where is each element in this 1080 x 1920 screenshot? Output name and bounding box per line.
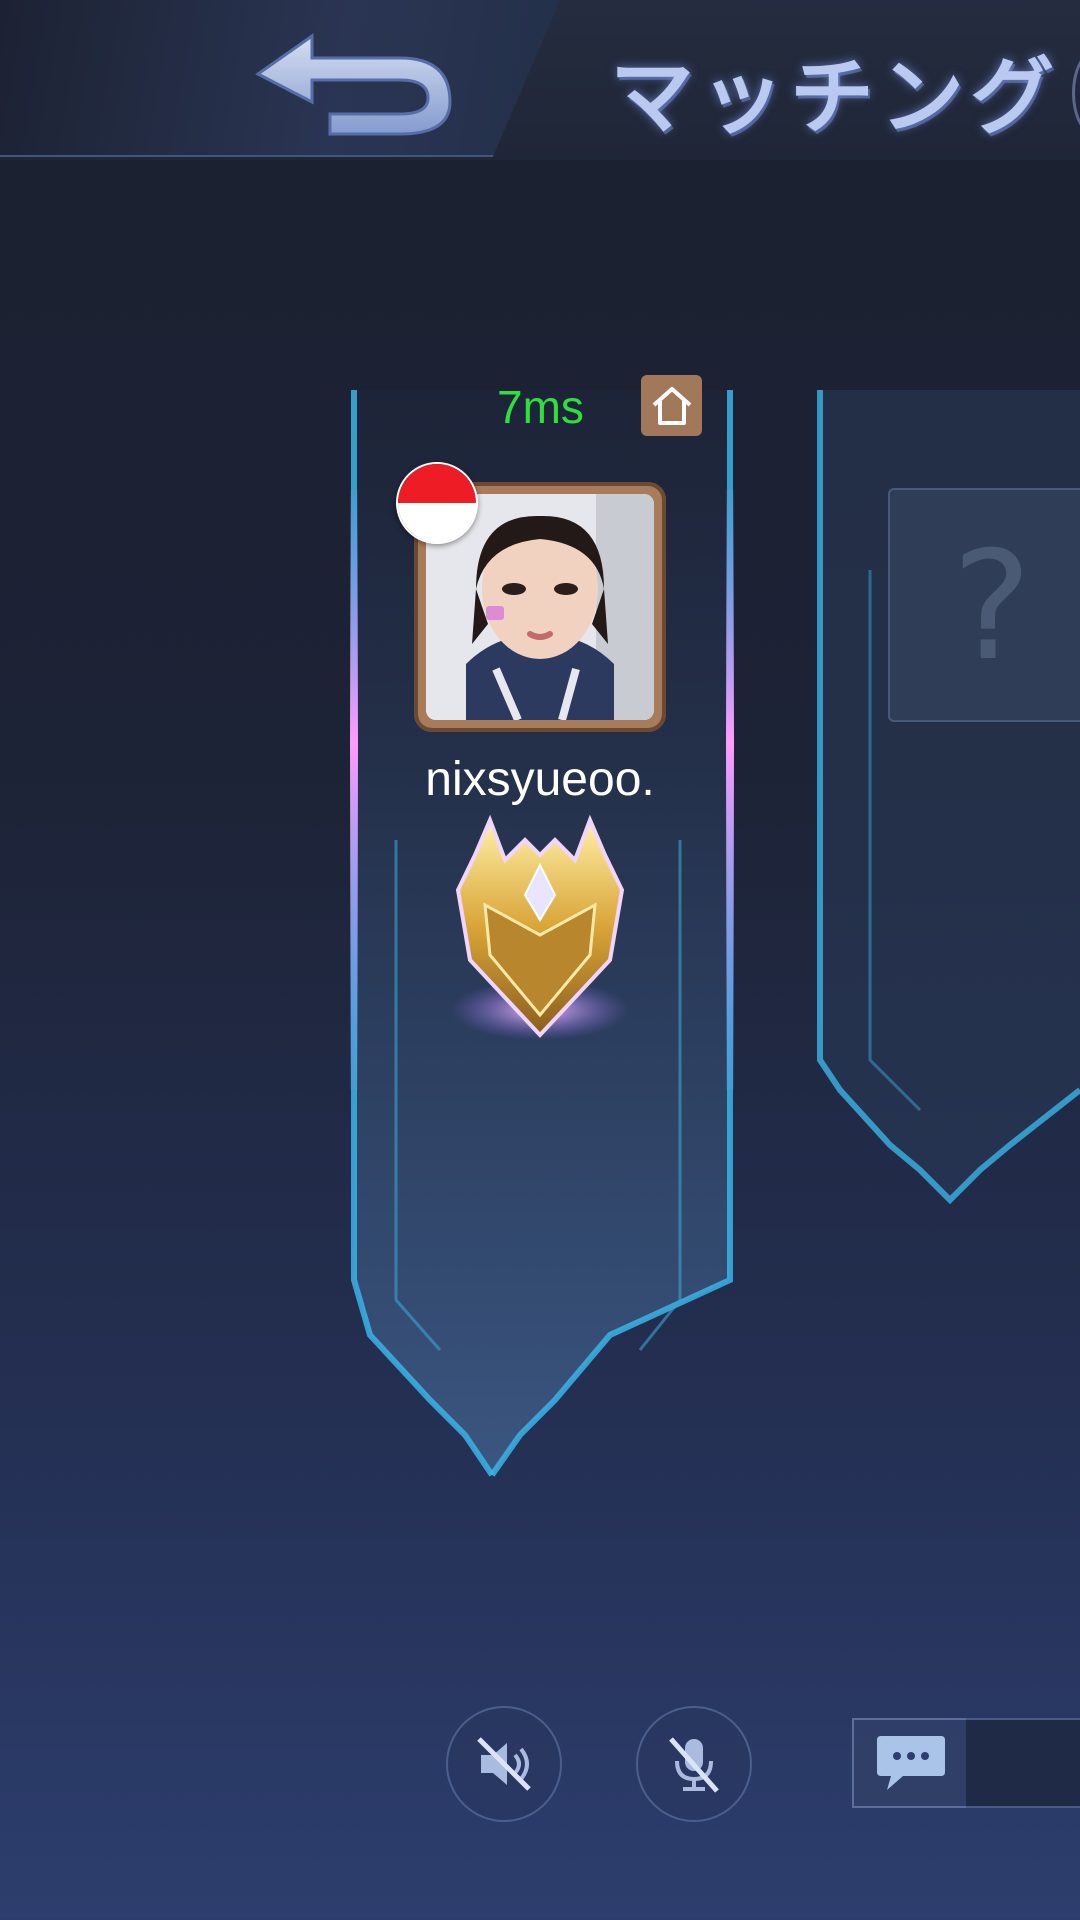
speaker-toggle-button[interactable] (446, 1706, 562, 1822)
top-right-circle-edge (1072, 50, 1080, 136)
page-title: マッチング (610, 47, 1061, 146)
question-mark: ? (952, 520, 1032, 694)
empty-slot-placeholder: ? (888, 488, 1080, 722)
speaker-muted-icon (477, 1737, 531, 1791)
mic-muted-icon (669, 1737, 719, 1793)
chat-button[interactable] (852, 1718, 970, 1808)
back-arrow-icon (255, 33, 452, 136)
mic-toggle-button[interactable] (636, 1706, 752, 1822)
ping-label: 7ms (497, 381, 584, 433)
home-icon (652, 386, 691, 425)
rank-emblem-icon (450, 814, 630, 1040)
chat-bubble-icon (877, 1736, 945, 1790)
player-username: nixsyueoo. (425, 753, 655, 806)
back-button[interactable] (250, 22, 460, 142)
top-bar: マッチング (0, 0, 1080, 160)
indonesia-flag-icon (396, 462, 478, 544)
home-badge (641, 375, 702, 436)
chat-input-bar[interactable] (966, 1718, 1080, 1808)
